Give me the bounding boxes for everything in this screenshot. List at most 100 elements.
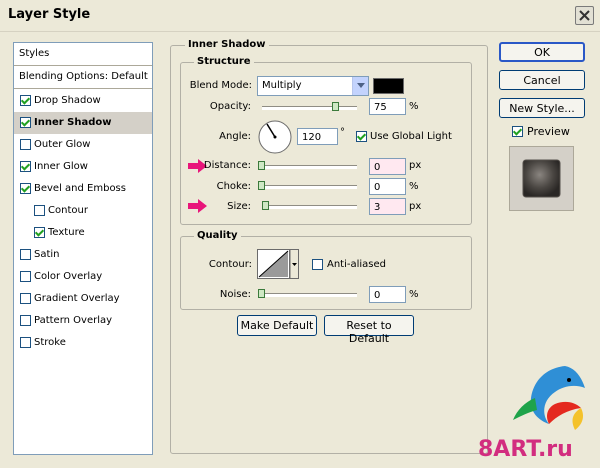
style-item-checkbox[interactable]: [20, 315, 31, 326]
choke-slider-thumb[interactable]: [258, 181, 265, 190]
contour-label: Contour:: [208, 259, 252, 270]
inner-shadow-title: Inner Shadow: [185, 39, 269, 50]
choke-input[interactable]: 0: [369, 178, 406, 195]
style-item-checkbox[interactable]: [20, 139, 31, 150]
style-item[interactable]: Color Overlay: [14, 266, 152, 288]
style-item[interactable]: Pattern Overlay: [14, 310, 152, 332]
chevron-down-icon: [352, 77, 368, 95]
style-item-checkbox[interactable]: [20, 249, 31, 260]
noise-slider-thumb[interactable]: [258, 289, 265, 298]
preview-image: [522, 159, 561, 198]
new-style-button[interactable]: New Style...: [499, 98, 585, 118]
distance-input[interactable]: 0: [369, 158, 406, 175]
size-label: Size:: [227, 201, 251, 212]
cancel-button[interactable]: Cancel: [499, 70, 585, 90]
style-item-label: Bevel and Emboss: [34, 183, 126, 194]
style-item-checkbox[interactable]: [20, 337, 31, 348]
blending-options-item[interactable]: Blending Options: Default: [14, 65, 152, 89]
style-item-checkbox[interactable]: [20, 117, 31, 128]
distance-value: 0: [374, 162, 381, 173]
style-item[interactable]: Gradient Overlay: [14, 288, 152, 310]
style-item-label: Drop Shadow: [34, 95, 101, 106]
style-item[interactable]: Stroke: [14, 332, 152, 354]
distance-label: Distance:: [203, 160, 251, 171]
blend-mode-select[interactable]: Multiply: [257, 76, 369, 96]
style-item[interactable]: Satin: [14, 244, 152, 266]
angle-dial[interactable]: [257, 119, 293, 155]
style-item-label: Outer Glow: [34, 139, 91, 150]
style-item-label: Texture: [48, 227, 85, 238]
opacity-slider-thumb[interactable]: [332, 102, 339, 111]
style-item[interactable]: Texture: [14, 222, 152, 244]
angle-label: Angle:: [219, 131, 251, 142]
shadow-color-swatch[interactable]: [373, 78, 404, 94]
style-item-checkbox[interactable]: [20, 95, 31, 106]
style-item-label: Satin: [34, 249, 60, 260]
style-item-checkbox[interactable]: [20, 271, 31, 282]
preview-checkbox[interactable]: [512, 126, 523, 137]
quality-title: Quality: [194, 230, 241, 241]
blend-mode-label: Blend Mode:: [189, 80, 252, 91]
size-slider-track[interactable]: [262, 205, 357, 209]
styles-header-label: Styles: [19, 48, 50, 59]
style-item[interactable]: Inner Glow: [14, 156, 152, 178]
use-global-light-checkbox[interactable]: [356, 131, 367, 142]
style-item[interactable]: Bevel and Emboss: [14, 178, 152, 200]
style-item[interactable]: Drop Shadow: [14, 90, 152, 112]
opacity-input[interactable]: 75: [369, 98, 406, 115]
distance-slider-thumb[interactable]: [258, 161, 265, 170]
structure-title: Structure: [194, 56, 254, 67]
distance-unit: px: [409, 160, 422, 171]
style-item[interactable]: Inner Shadow: [14, 112, 152, 134]
style-item-label: Contour: [48, 205, 88, 216]
size-slider-thumb[interactable]: [262, 201, 269, 210]
close-button[interactable]: [575, 6, 594, 25]
make-default-button[interactable]: Make Default: [237, 315, 317, 336]
style-item-label: Stroke: [34, 337, 66, 348]
contour-preview[interactable]: [257, 249, 299, 279]
reset-to-default-button[interactable]: Reset to Default: [324, 315, 414, 345]
style-item-label: Gradient Overlay: [34, 293, 120, 304]
opacity-slider-track[interactable]: [262, 106, 357, 110]
styles-header[interactable]: Styles: [14, 43, 152, 66]
anti-aliased-checkbox[interactable]: [312, 259, 323, 270]
parrot-logo: [513, 366, 585, 430]
cancel-label: Cancel: [523, 74, 561, 87]
style-item-checkbox[interactable]: [20, 293, 31, 304]
choke-label: Choke:: [216, 181, 251, 192]
noise-value: 0: [374, 290, 381, 301]
choke-slider-track[interactable]: [262, 185, 357, 189]
noise-slider-track[interactable]: [262, 293, 357, 297]
noise-input[interactable]: 0: [369, 286, 406, 303]
style-item-label: Pattern Overlay: [34, 315, 113, 326]
noise-label: Noise:: [219, 289, 251, 300]
style-item-checkbox[interactable]: [34, 205, 45, 216]
size-value: 3: [374, 202, 381, 213]
arrow-right-icon: [188, 199, 207, 213]
style-item-checkbox[interactable]: [34, 227, 45, 238]
choke-value: 0: [374, 182, 381, 193]
style-item[interactable]: Outer Glow: [14, 134, 152, 156]
ok-button[interactable]: OK: [499, 42, 585, 62]
style-item-checkbox[interactable]: [20, 161, 31, 172]
styles-list: Styles Blending Options: Default Drop Sh…: [13, 42, 153, 455]
choke-unit: %: [409, 181, 419, 192]
style-item-checkbox[interactable]: [20, 183, 31, 194]
style-item[interactable]: Contour: [14, 200, 152, 222]
anti-aliased-label: Anti-aliased: [327, 259, 387, 270]
blending-options-label: Blending Options: Default: [19, 71, 148, 82]
angle-value: 120: [302, 132, 322, 143]
ok-label: OK: [534, 46, 550, 59]
use-global-light-label: Use Global Light: [370, 131, 452, 142]
window-title: Layer Style: [8, 7, 91, 22]
style-item-label: Color Overlay: [34, 271, 103, 282]
watermark-text: 8ART.ru: [478, 437, 573, 462]
size-input[interactable]: 3: [369, 198, 406, 215]
distance-slider-track[interactable]: [262, 165, 357, 169]
reset-to-default-label: Reset to Default: [346, 319, 392, 345]
style-item-label: Inner Glow: [34, 161, 88, 172]
opacity-label: Opacity:: [209, 101, 251, 112]
angle-input[interactable]: 120: [297, 128, 338, 145]
angle-unit: °: [340, 127, 345, 138]
make-default-label: Make Default: [240, 319, 314, 332]
